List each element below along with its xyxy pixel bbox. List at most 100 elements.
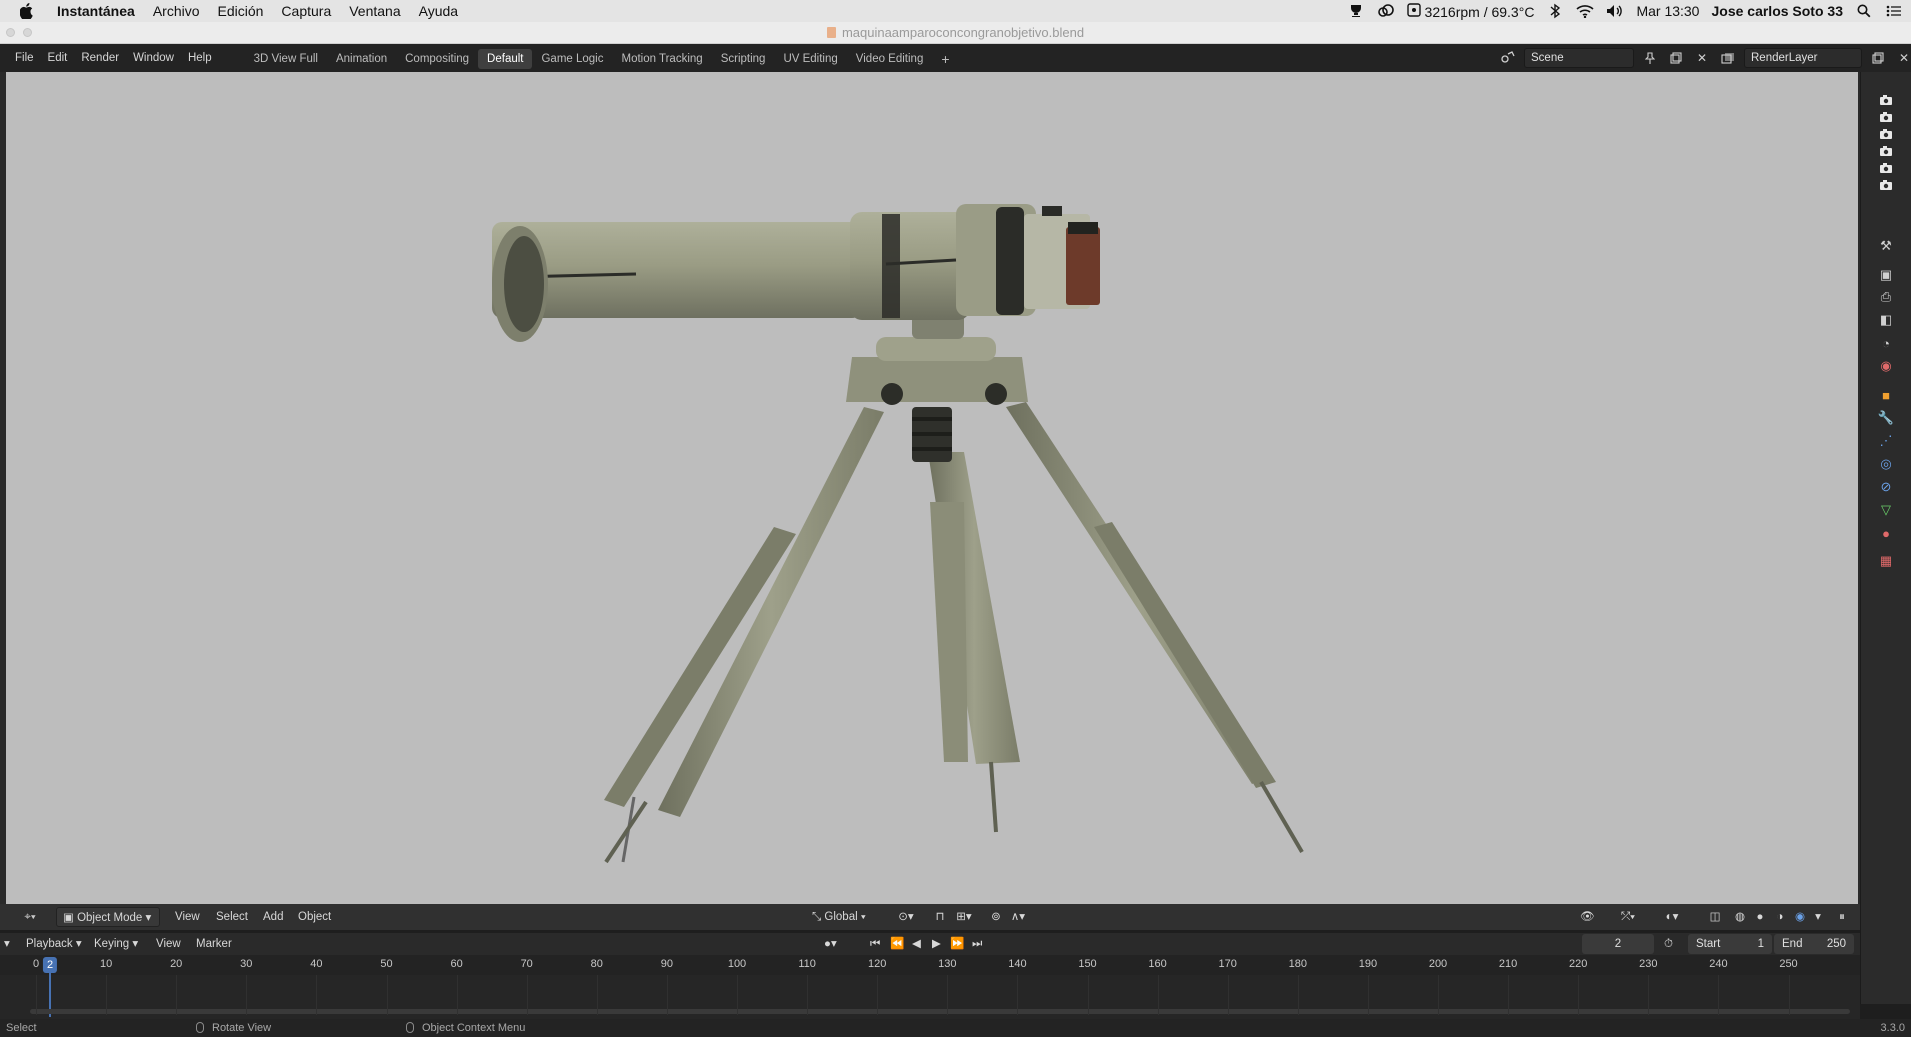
prev-keyframe-button[interactable]: ⏪ — [890, 934, 904, 954]
data-tab-icon[interactable]: ▽ — [1873, 499, 1899, 521]
volume-icon[interactable] — [1606, 2, 1624, 20]
toggle-sidebar-icon[interactable]: ⏸ — [1832, 907, 1852, 927]
mac-menu-ayuda[interactable]: Ayuda — [410, 0, 467, 22]
object-tab-icon[interactable]: ■ — [1873, 384, 1899, 406]
3d-viewport[interactable] — [6, 72, 1858, 904]
tab-scripting[interactable]: Scripting — [712, 49, 775, 69]
delete-scene-icon[interactable]: ✕ — [1692, 48, 1712, 68]
output-tab-icon[interactable]: ⎙ — [1873, 286, 1899, 308]
jump-end-button[interactable]: ⏭ — [972, 934, 982, 954]
end-frame-field[interactable]: End 250 — [1774, 934, 1854, 954]
apple-icon[interactable] — [16, 0, 38, 22]
record-button[interactable]: ●▾ — [824, 934, 837, 954]
menu-add[interactable]: Add — [263, 907, 283, 927]
view-layer-tab-icon[interactable]: ◧ — [1873, 309, 1899, 331]
world-tab-icon[interactable]: ◉ — [1873, 355, 1899, 377]
menu-help[interactable]: Help — [181, 44, 219, 72]
modifier-tab-icon[interactable]: 🔧 — [1873, 407, 1899, 429]
new-render-layer-icon[interactable] — [1868, 48, 1888, 68]
menu-window[interactable]: Window — [126, 44, 181, 72]
menu-render[interactable]: Render — [74, 44, 126, 72]
material-tab-icon[interactable]: ● — [1873, 522, 1899, 544]
menu-object[interactable]: Object — [298, 907, 331, 927]
play-button[interactable]: ▶ — [932, 934, 941, 954]
camera-view-icon[interactable] — [1877, 143, 1895, 159]
gizmo-icon[interactable]: ⤱▾ — [1618, 907, 1638, 927]
snap-icon[interactable]: ⊓ — [930, 907, 950, 927]
render-tab-icon[interactable]: ▣ — [1873, 264, 1899, 286]
preview-range-icon[interactable]: ⏱ — [1664, 934, 1673, 954]
mac-menu-edicion[interactable]: Edición — [209, 0, 273, 22]
tool-tab-icon[interactable]: ⚒ — [1873, 235, 1899, 257]
collapse-icon[interactable]: ▾ — [4, 934, 10, 954]
visibility-icon[interactable]: 👁▾ — [1580, 907, 1600, 943]
frame-ruler[interactable]: 0 10 20 30 40 50 60 70 80 90 100 110 120 130 140 150 160… — [0, 955, 1860, 975]
start-frame-field[interactable]: Start 1 — [1688, 934, 1772, 954]
camera-view-icon[interactable] — [1877, 177, 1895, 193]
user-name[interactable]: Jose carlos Soto 33 — [1711, 3, 1843, 19]
timeline-area[interactable]: 0 10 20 30 40 50 60 70 80 90 100 110 120 130 140 150 160… — [0, 955, 1860, 1019]
menu-file[interactable]: File — [8, 44, 41, 72]
render-layer-field[interactable]: RenderLayer — [1744, 48, 1862, 68]
spotlight-search-icon[interactable] — [1855, 2, 1873, 20]
material-shading-icon[interactable]: ◑ — [1770, 907, 1790, 927]
mac-app-menu[interactable]: Instantánea — [48, 0, 144, 22]
shading-options-icon[interactable]: ▾ — [1808, 907, 1828, 927]
particles-tab-icon[interactable]: ⋰ — [1873, 430, 1899, 452]
delete-render-layer-icon[interactable]: ✕ — [1894, 48, 1911, 68]
play-reverse-button[interactable]: ◀ — [912, 934, 921, 954]
mode-selector[interactable]: ▣ Object Mode ▾ — [56, 907, 160, 927]
snap-target-icon[interactable]: ⊞▾ — [954, 907, 974, 927]
render-layer-icon[interactable] — [1718, 48, 1738, 68]
next-keyframe-button[interactable]: ⏩ — [950, 934, 964, 954]
camera-view-icon[interactable] — [1877, 126, 1895, 142]
tab-compositing[interactable]: Compositing — [396, 49, 478, 69]
camera-view-icon[interactable] — [1877, 160, 1895, 176]
menu-marker[interactable]: Marker — [196, 934, 232, 954]
wireframe-shading-icon[interactable]: ◍ — [1730, 907, 1750, 927]
trophy-icon[interactable] — [1347, 2, 1365, 20]
menu-timeline-view[interactable]: View — [156, 934, 181, 954]
menu-playback[interactable]: Playback ▾ — [26, 934, 82, 954]
tab-default[interactable]: Default — [478, 48, 533, 69]
transform-orientation-dropdown[interactable]: ⤡ Global ▾ — [812, 907, 866, 927]
overlay-icon[interactable]: ◐▾ — [1662, 907, 1682, 927]
menu-keying[interactable]: Keying ▾ — [94, 934, 138, 954]
constraints-tab-icon[interactable]: ⊘ — [1873, 476, 1899, 498]
tab-uv-editing[interactable]: UV Editing — [774, 49, 846, 69]
tab-game-logic[interactable]: Game Logic — [532, 49, 612, 69]
tab-3d-view-full[interactable]: 3D View Full — [245, 49, 327, 69]
camera-view-icon[interactable] — [1877, 109, 1895, 125]
current-frame-field[interactable]: 2 — [1582, 934, 1654, 954]
proportional-edit-icon[interactable]: ⊚ — [986, 907, 1006, 927]
tab-video-editing[interactable]: Video Editing — [847, 49, 933, 69]
menu-select[interactable]: Select — [216, 907, 248, 927]
fan-status[interactable]: 3216rpm / 69.3°C — [1406, 2, 1534, 20]
scene-name-field[interactable]: Scene — [1524, 48, 1634, 68]
playhead-frame[interactable]: 2 — [42, 957, 58, 973]
editor-type-icon[interactable]: ⌖▾ — [20, 907, 40, 927]
add-workspace-button[interactable]: + — [932, 49, 958, 69]
pivot-point-icon[interactable]: ⊙▾ — [896, 907, 916, 927]
tab-animation[interactable]: Animation — [327, 49, 396, 69]
scene-tab-icon[interactable]: ◔ — [1873, 332, 1899, 354]
rendered-shading-icon[interactable]: ◉ — [1790, 907, 1810, 927]
solid-shading-icon[interactable]: ● — [1750, 907, 1770, 927]
pin-icon[interactable] — [1640, 48, 1660, 68]
wifi-icon[interactable] — [1576, 2, 1594, 20]
clock[interactable]: Mar 13:30 — [1636, 3, 1699, 19]
falloff-icon[interactable]: ∧▾ — [1008, 907, 1028, 927]
mac-menu-ventana[interactable]: Ventana — [340, 0, 409, 22]
scene-selector-icon[interactable] — [1498, 48, 1518, 68]
texture-tab-icon[interactable]: ▦ — [1873, 550, 1899, 572]
physics-tab-icon[interactable]: ◎ — [1873, 453, 1899, 475]
new-scene-icon[interactable] — [1666, 48, 1686, 68]
mac-menu-archivo[interactable]: Archivo — [144, 0, 209, 22]
menu-edit[interactable]: Edit — [41, 44, 75, 72]
tab-motion-tracking[interactable]: Motion Tracking — [613, 49, 712, 69]
timeline-scrollbar[interactable] — [30, 1009, 1850, 1014]
jump-start-button[interactable]: ⏮ — [870, 934, 880, 954]
xray-icon[interactable]: ◫ — [1705, 907, 1725, 927]
camera-view-icon[interactable] — [1877, 92, 1895, 108]
menu-view[interactable]: View — [175, 907, 200, 927]
